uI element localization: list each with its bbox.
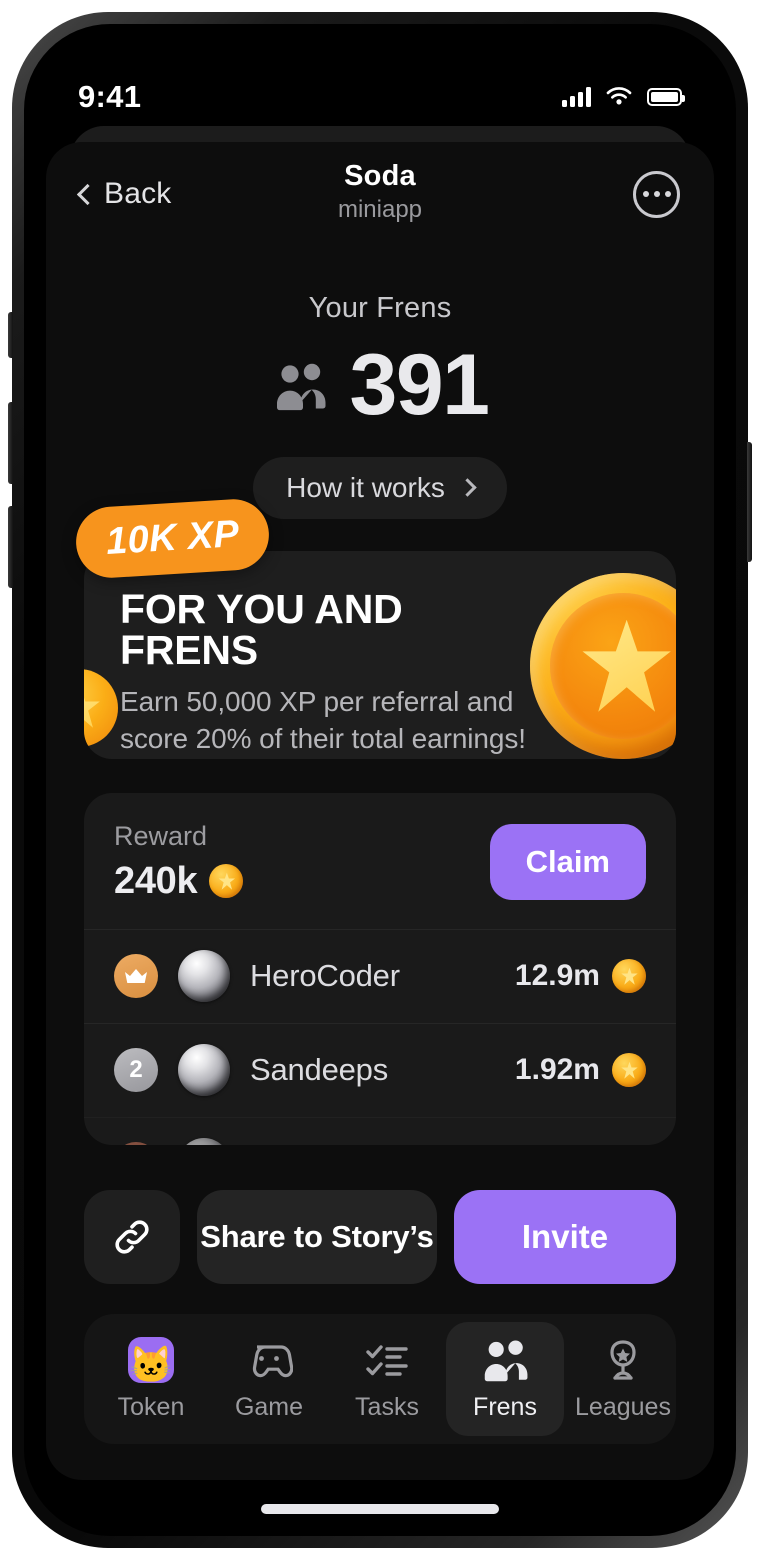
people-icon [484, 1340, 528, 1382]
gold-star-coin-icon [612, 959, 646, 994]
tab-label: Leagues [575, 1393, 671, 1421]
status-time: 9:41 [78, 79, 142, 114]
table-row-name: Sandeeps [250, 1052, 389, 1088]
copy-link-button[interactable] [84, 1190, 180, 1284]
app-sheet: Back Soda miniapp Your Frens 391 How it … [46, 142, 714, 1480]
avatar [178, 1138, 230, 1145]
frens-count: 391 [349, 337, 491, 433]
gold-star-coin-icon [612, 1053, 646, 1088]
tab-icon-wrap [600, 1336, 646, 1384]
table-row-score: 1.92m [514, 1053, 600, 1087]
crown-icon [125, 969, 147, 984]
tab-game[interactable]: Game [210, 1322, 328, 1436]
action-buttons: Share to Story’s Invite [84, 1190, 676, 1284]
cellular-signal-icon [562, 87, 591, 107]
table-row[interactable]: 2 Sandeeps 1.92m [84, 1022, 676, 1117]
phone-frame: 9:41 Back Soda miniapp Your Frens 391 Ho… [8, 12, 752, 1548]
power-button[interactable] [747, 442, 752, 562]
more-options-icon[interactable] [633, 170, 680, 218]
link-icon [115, 1220, 149, 1254]
rank-badge-1 [114, 954, 158, 999]
how-it-works-label: How it works [286, 471, 445, 503]
battery-full-icon [647, 88, 685, 106]
gold-star-coin-icon [530, 572, 676, 759]
tab-icon-wrap [364, 1336, 410, 1384]
home-indicator[interactable] [261, 1504, 499, 1514]
volume-up-button[interactable] [8, 402, 13, 484]
frens-hero: Your Frens 391 How it works [46, 246, 714, 519]
table-row[interactable]: 3 RakshaSallan 842.1k [84, 1116, 676, 1145]
back-button[interactable]: Back [76, 177, 172, 211]
rank-badge-2: 2 [114, 1048, 158, 1093]
promo-text: FOR YOU AND FRENS Earn 50,000 XP per ref… [84, 551, 544, 758]
nav-bar: Back Soda miniapp [46, 142, 714, 246]
page-subtitle: miniapp [337, 196, 423, 223]
frens-count-row: 391 [46, 337, 714, 433]
phone-screen: 9:41 Back Soda miniapp Your Frens 391 Ho… [24, 24, 736, 1536]
tab-tasks[interactable]: Tasks [328, 1322, 446, 1436]
tab-label: Frens [473, 1393, 537, 1421]
checklist-icon [366, 1345, 408, 1376]
promo-banner[interactable]: FOR YOU AND FRENS Earn 50,000 XP per ref… [74, 496, 676, 759]
silent-switch[interactable] [8, 312, 13, 358]
people-icon [276, 363, 325, 410]
invite-button-label: Invite [521, 1218, 609, 1255]
reward-label: Reward [114, 820, 208, 851]
trophy-icon [610, 1340, 636, 1380]
how-it-works-button[interactable]: How it works [253, 456, 507, 519]
claim-button-label: Claim [525, 843, 610, 879]
tab-label: Game [234, 1393, 304, 1421]
back-button-label: Back [104, 177, 172, 210]
share-to-story-button[interactable]: Share to Story’s [197, 1190, 437, 1284]
reward-leaderboard-panel: Reward 240k Claim HeroCoder 12.9m 2 Sand… [84, 792, 676, 1145]
frens-hero-label: Your Frens [308, 292, 452, 324]
tab-leagues[interactable]: Leagues [564, 1322, 682, 1436]
reward-value: 240k [114, 859, 198, 902]
wifi-icon [606, 87, 632, 105]
rank-badge-3: 3 [114, 1142, 158, 1145]
chevron-right-icon [458, 478, 477, 497]
page-title: Soda [344, 160, 416, 192]
tab-label: Token [117, 1393, 185, 1421]
tab-frens[interactable]: Frens [446, 1322, 564, 1436]
promo-subtitle: Earn 50,000 XP per referral and score 20… [120, 685, 526, 755]
share-to-story-label: Share to Story’s [200, 1219, 434, 1254]
table-row-score: 12.9m [514, 959, 600, 993]
table-row[interactable]: HeroCoder 12.9m [84, 928, 676, 1023]
claim-button[interactable]: Claim [489, 823, 646, 900]
status-bar: 9:41 [24, 24, 736, 132]
gold-star-coin-icon [209, 864, 244, 899]
table-row-score-wrap: 1.92m [514, 1053, 646, 1088]
tab-label: Tasks [355, 1393, 419, 1421]
volume-down-button[interactable] [8, 506, 13, 588]
tab-icon-wrap: 🐱 [128, 1336, 174, 1384]
cat-avatar-icon: 🐱 [128, 1337, 174, 1383]
chevron-left-icon [76, 183, 99, 206]
status-icons [562, 86, 685, 108]
avatar [178, 1044, 230, 1097]
reward-info: Reward 240k [114, 820, 244, 903]
table-row-name: HeroCoder [250, 958, 400, 994]
reward-value-row: 240k [114, 859, 244, 903]
tab-icon-wrap [245, 1336, 293, 1384]
avatar [178, 950, 230, 1003]
promo-xp-badge-label: 10K XP [104, 512, 241, 563]
promo-card: FOR YOU AND FRENS Earn 50,000 XP per ref… [84, 550, 676, 759]
table-row-score-wrap: 12.9m [514, 959, 646, 994]
invite-button[interactable]: Invite [454, 1190, 676, 1284]
reward-row: Reward 240k Claim [84, 793, 676, 929]
tab-bar: 🐱 Token Game Tasks Frens Leagues [84, 1314, 676, 1444]
tab-token[interactable]: 🐱 Token [92, 1322, 210, 1436]
tab-icon-wrap [479, 1336, 531, 1384]
promo-xp-badge: 10K XP [74, 496, 272, 580]
gamepad-icon [252, 1345, 293, 1378]
promo-title: FOR YOU AND FRENS [120, 585, 403, 673]
